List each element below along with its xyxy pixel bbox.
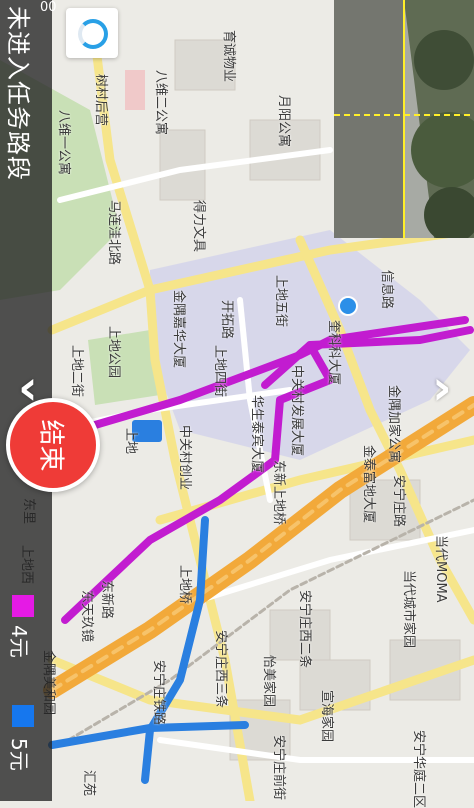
map-label: 汇苑 bbox=[81, 770, 96, 797]
map-label: 东新路 bbox=[99, 580, 114, 620]
map-label: 金隅加家公寓 bbox=[386, 385, 401, 464]
map-label: 上地二街 bbox=[69, 345, 84, 398]
end-button-label: 结束 bbox=[35, 418, 66, 472]
task-status-message: 未进入任务路段 bbox=[4, 6, 32, 181]
map-label: 信息路 bbox=[379, 270, 394, 310]
map-label: 安宁华庭二区 bbox=[411, 730, 426, 808]
map-label: 马连洼北路 bbox=[106, 200, 121, 266]
map-label: 上地五街 bbox=[273, 275, 288, 328]
camera-preview[interactable] bbox=[334, 0, 474, 238]
map-label: 安宁庄路 bbox=[391, 475, 406, 528]
map-label: 八维一公寓 bbox=[56, 110, 71, 176]
map-label: 上地桥 bbox=[177, 565, 192, 605]
map-label: 当代MOMA bbox=[433, 535, 448, 603]
map-label: 月阳公寓 bbox=[276, 95, 291, 148]
map-label: 开拓路 bbox=[219, 300, 234, 340]
legend-4-yuan-swatch bbox=[12, 595, 34, 617]
map-label: 得力文具 bbox=[191, 200, 206, 253]
map-label: 金泰富地大厦 bbox=[361, 445, 376, 524]
legend-4-yuan-label: 4元 bbox=[7, 625, 31, 658]
map-label: 中关村发展大厦 bbox=[289, 365, 304, 457]
map-label: 当代城市家园 bbox=[401, 570, 416, 649]
map-label: 安宁庄铁路 bbox=[151, 660, 166, 726]
map-label: 树村后营 bbox=[93, 74, 108, 127]
map-label: 安宁庄前街 bbox=[271, 735, 286, 801]
legend-5-yuan-swatch bbox=[12, 705, 34, 727]
map-label: 中关村创业 bbox=[177, 425, 192, 491]
map-label: 金隅嘉华大厦 bbox=[171, 290, 186, 369]
end-button[interactable]: 结束 bbox=[6, 398, 100, 492]
map-label: 安宁庄西二条 bbox=[297, 590, 312, 669]
map-label: 奎科科大厦 bbox=[326, 320, 341, 386]
map-label: 上地四街 bbox=[212, 345, 227, 398]
map-label: 东天玖镜 bbox=[79, 590, 94, 643]
map-label: 育诚物业 bbox=[221, 30, 236, 83]
map-label: 怡美家园 bbox=[261, 655, 276, 708]
map-label: 上地公园 bbox=[106, 326, 121, 379]
map-label: 宣海家园 bbox=[319, 690, 334, 743]
legend-5-yuan-label: 5元 bbox=[7, 738, 31, 771]
loading-spinner-button[interactable] bbox=[66, 8, 118, 58]
map-label: 东新上地桥 bbox=[271, 460, 286, 526]
spinner-icon bbox=[78, 19, 108, 49]
map-label: 八维二公寓 bbox=[153, 70, 168, 136]
map-label: 上地 bbox=[123, 428, 138, 455]
status-top-text: 00 bbox=[40, 0, 57, 15]
map-label: 安宁庄西三条 bbox=[213, 630, 228, 709]
chevron-right-icon[interactable]: › bbox=[432, 360, 452, 416]
map-label: 华生泰宾大厦 bbox=[249, 395, 264, 474]
